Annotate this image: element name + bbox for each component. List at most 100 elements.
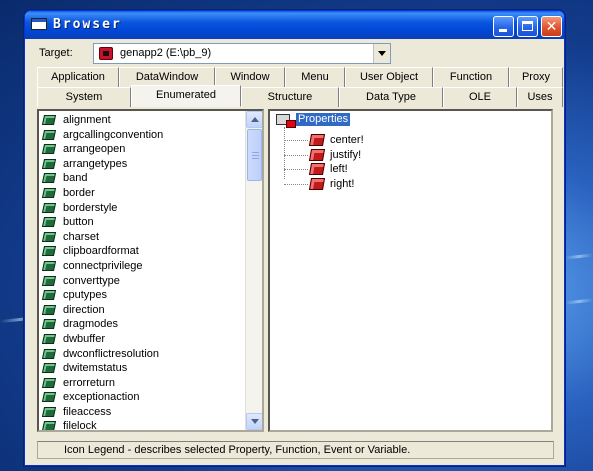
tab-menu[interactable]: Menu: [285, 67, 345, 87]
tab-datawindow[interactable]: DataWindow: [119, 67, 215, 87]
enumerated-type-icon: [41, 275, 57, 286]
tree-node-label: right!: [330, 177, 355, 190]
enumerated-type-icon: [41, 217, 57, 228]
list-item[interactable]: dwitemstatus: [39, 361, 245, 376]
scroll-up-button[interactable]: [246, 111, 262, 128]
property-value-icon: [308, 163, 326, 176]
window-title: Browser: [53, 17, 122, 32]
enumerated-type-icon: [41, 348, 57, 359]
list-item-label: clipboardformat: [63, 245, 139, 258]
tab-proxy[interactable]: Proxy: [509, 67, 563, 87]
enumerated-type-icon: [41, 144, 57, 155]
status-text: Icon Legend - describes selected Propert…: [64, 444, 411, 456]
minimize-button[interactable]: [493, 16, 514, 37]
powerbuilder-target-icon: [99, 47, 113, 60]
list-item[interactable]: charset: [39, 230, 245, 245]
list-item-label: alignment: [63, 114, 111, 126]
enumerated-type-list[interactable]: alignment argcallingconvention arrangeopen…: [37, 109, 264, 432]
window-app-icon: [31, 18, 47, 30]
enumerated-type-icon: [41, 421, 57, 430]
tree-connector-line: [284, 140, 308, 141]
scroll-thumb[interactable]: [247, 129, 262, 181]
property-value-icon: [308, 177, 326, 190]
list-item[interactable]: argcallingconvention: [39, 128, 245, 143]
list-item-label: dragmodes: [63, 318, 119, 331]
list-item[interactable]: clipboardformat: [39, 244, 245, 259]
tree-root-properties[interactable]: Properties: [296, 113, 351, 126]
tab-structure[interactable]: Structure: [241, 87, 339, 107]
enumerated-type-icon: [41, 173, 57, 184]
list-item-label: button: [63, 216, 94, 229]
tree-node-label: justify!: [330, 148, 362, 161]
list-item[interactable]: arrangetypes: [39, 157, 245, 172]
tree-node-label: left!: [330, 163, 348, 176]
tab-window[interactable]: Window: [215, 67, 285, 87]
list-item-label: border: [63, 186, 95, 199]
list-item[interactable]: connectprivilege: [39, 259, 245, 274]
list-vertical-scrollbar[interactable]: [245, 111, 262, 430]
list-item[interactable]: dwconflictresolution: [39, 347, 245, 362]
list-item-label: band: [63, 172, 88, 185]
list-item[interactable]: direction: [39, 303, 245, 318]
dropdown-arrow-icon[interactable]: [373, 44, 390, 63]
enumerated-type-icon: [41, 290, 57, 301]
list-item-label: filelock: [63, 420, 97, 432]
list-item[interactable]: filelock: [39, 419, 245, 432]
list-item[interactable]: dragmodes: [39, 317, 245, 332]
property-value-icon: [308, 148, 326, 161]
close-button[interactable]: ✕: [541, 16, 562, 37]
properties-folder-icon: [276, 114, 296, 128]
scroll-down-button[interactable]: [246, 413, 262, 430]
list-item-label: exceptionaction: [63, 391, 140, 404]
maximize-button[interactable]: [517, 16, 538, 37]
tab-user-object[interactable]: User Object: [345, 67, 433, 87]
list-item-label: charset: [63, 230, 100, 243]
enumerated-type-icon: [41, 333, 57, 344]
target-value: genapp2 (E:\pb_9): [120, 47, 212, 59]
list-item[interactable]: fileaccess: [39, 405, 245, 420]
tab-system[interactable]: System: [37, 87, 131, 107]
tab-enumerated[interactable]: Enumerated: [131, 85, 241, 107]
list-item[interactable]: exceptionaction: [39, 390, 245, 405]
list-item[interactable]: arrangeopen: [39, 142, 245, 157]
tab-uses[interactable]: Uses: [517, 87, 563, 107]
tab-function[interactable]: Function: [433, 67, 509, 87]
maximize-icon: [522, 21, 533, 31]
minimize-icon: [499, 29, 507, 32]
thumb-grip: [252, 158, 259, 159]
enumerated-list-items: alignment argcallingconvention arrangeopen…: [39, 113, 245, 432]
list-item[interactable]: border: [39, 186, 245, 201]
enumerated-type-icon: [41, 319, 57, 330]
tree-connector-line: [284, 169, 308, 171]
tab-ole[interactable]: OLE: [443, 87, 517, 107]
tab-application[interactable]: Application: [37, 67, 119, 87]
list-item[interactable]: borderstyle: [39, 201, 245, 216]
title-bar[interactable]: Browser ✕: [25, 11, 564, 39]
list-item[interactable]: converttype: [39, 274, 245, 289]
target-dropdown[interactable]: genapp2 (E:\pb_9): [93, 43, 391, 64]
properties-tree[interactable]: Properties center! justify! left! right!: [268, 109, 553, 432]
list-item[interactable]: errorreturn: [39, 376, 245, 391]
list-item[interactable]: band: [39, 171, 245, 186]
thumb-grip: [252, 155, 259, 156]
tree-connector-line: [284, 183, 308, 185]
enumerated-type-icon: [41, 187, 57, 198]
list-item[interactable]: alignment: [39, 113, 245, 128]
list-item-label: cputypes: [63, 289, 108, 302]
list-item[interactable]: button: [39, 215, 245, 230]
tree-connector-line: [284, 154, 308, 156]
thumb-grip: [252, 152, 259, 153]
enumerated-type-icon: [41, 363, 57, 374]
enumerated-type-icon: [41, 202, 57, 213]
target-label: Target:: [39, 47, 73, 59]
list-item[interactable]: dwbuffer: [39, 332, 245, 347]
list-item[interactable]: cputypes: [39, 288, 245, 303]
list-item-label: direction: [63, 303, 105, 316]
list-item-label: converttype: [63, 274, 120, 287]
tab-data-type[interactable]: Data Type: [339, 87, 443, 107]
enumerated-type-icon: [41, 377, 57, 388]
tree-node-label: center!: [330, 134, 364, 146]
close-icon: ✕: [545, 18, 558, 34]
list-item-label: borderstyle: [63, 201, 118, 214]
list-item-label: argcallingconvention: [63, 128, 164, 141]
